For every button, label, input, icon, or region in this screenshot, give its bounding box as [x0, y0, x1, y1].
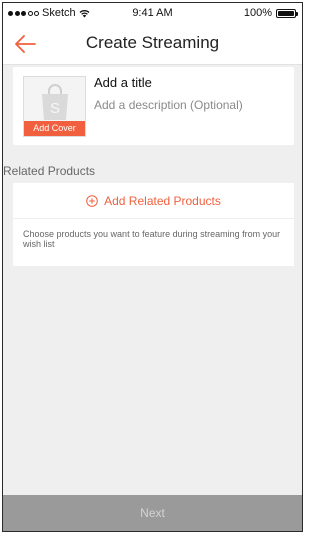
next-button[interactable]: Next	[3, 495, 302, 531]
add-related-products-label: Add Related Products	[104, 193, 221, 208]
page-title: Create Streaming	[85, 33, 220, 52]
related-products-hint: Choose products you want to feature duri…	[23, 229, 281, 249]
battery-icon	[276, 8, 298, 18]
plus-circle-icon	[86, 194, 98, 207]
stream-info-card: S Add Cover Add a title Add a descriptio…	[13, 67, 294, 145]
add-cover-button[interactable]: Add Cover	[24, 121, 85, 136]
related-products-card: Add Related Products Choose products you…	[13, 183, 294, 266]
bag-letter: S	[50, 100, 60, 117]
status-right: 100%	[243, 7, 298, 19]
related-products-heading: Related Products	[3, 164, 96, 178]
status-bar: Sketch 9:41 AM 100%	[3, 3, 302, 23]
add-related-products-button[interactable]: Add Related Products	[13, 183, 294, 219]
phone-screen: Sketch 9:41 AM 100% Create Streaming S A…	[2, 2, 303, 532]
shopping-bag-icon: S	[42, 84, 68, 120]
battery-percent: 100%	[243, 7, 272, 19]
navigation-bar: Create Streaming	[3, 23, 302, 65]
description-input[interactable]: Add a description (Optional)	[94, 98, 243, 112]
cover-picker[interactable]: S Add Cover	[23, 76, 86, 137]
title-input[interactable]: Add a title	[94, 75, 152, 90]
